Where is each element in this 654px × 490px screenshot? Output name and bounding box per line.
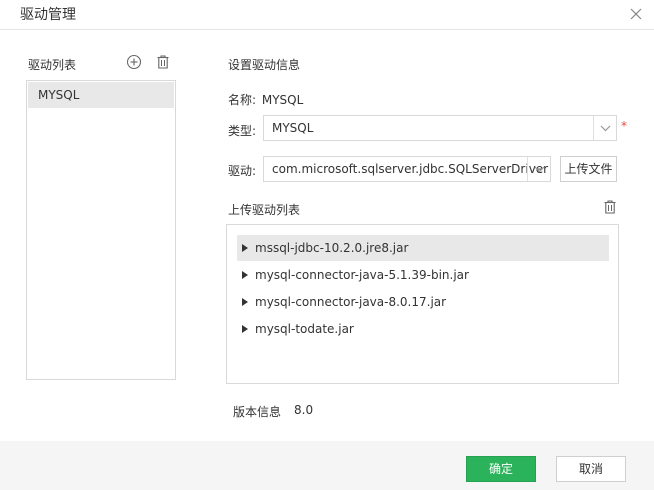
- dialog-footer: 确定 取消: [0, 441, 654, 490]
- close-icon[interactable]: [628, 6, 644, 22]
- jar-name: mysql-todate.jar: [255, 322, 354, 336]
- driver-class-value: com.microsoft.sqlserver.jdbc.SQLServerDr…: [272, 162, 549, 176]
- trash-icon[interactable]: [602, 199, 618, 215]
- chevron-down-icon[interactable]: [593, 116, 616, 140]
- dialog-header: 驱动管理: [0, 0, 654, 30]
- jar-list-item[interactable]: mssql-jdbc-10.2.0.jre8.jar: [237, 235, 609, 261]
- jar-list-item[interactable]: mysql-todate.jar: [237, 316, 609, 342]
- caret-right-icon[interactable]: [242, 298, 248, 306]
- upload-file-button[interactable]: 上传文件: [560, 156, 617, 182]
- caret-right-icon[interactable]: [242, 244, 248, 252]
- driver-info-title: 设置驱动信息: [228, 58, 301, 72]
- driver-class-select[interactable]: com.microsoft.sqlserver.jdbc.SQLServerDr…: [263, 156, 551, 182]
- jar-name: mysql-connector-java-8.0.17.jar: [255, 295, 447, 309]
- jar-name: mssql-jdbc-10.2.0.jre8.jar: [255, 241, 409, 255]
- driver-management-dialog: 驱动管理 驱动列表 MYSQL 设置驱动信息 名称: MYSQL 类型: MYS…: [0, 0, 654, 490]
- jar-name: mysql-connector-java-5.1.39-bin.jar: [255, 268, 469, 282]
- version-label: 版本信息: [233, 405, 282, 419]
- dialog-title: 驱动管理: [20, 7, 76, 23]
- driver-name-row: 名称: MYSQL: [228, 91, 303, 108]
- name-value: MYSQL: [261, 93, 304, 107]
- driver-list-title: 驱动列表: [28, 58, 77, 72]
- driver-label: 驱动:: [228, 164, 257, 178]
- jar-list-item[interactable]: mysql-connector-java-8.0.17.jar: [237, 289, 609, 315]
- plus-circle-icon[interactable]: [126, 54, 142, 70]
- jar-list-item[interactable]: mysql-connector-java-5.1.39-bin.jar: [237, 262, 609, 288]
- trash-icon[interactable]: [155, 54, 171, 70]
- driver-list: MYSQL: [26, 80, 176, 380]
- cancel-button[interactable]: 取消: [556, 456, 626, 482]
- name-label: 名称:: [228, 93, 257, 107]
- caret-right-icon[interactable]: [242, 325, 248, 333]
- driver-list-item[interactable]: MYSQL: [28, 82, 174, 108]
- type-label: 类型:: [228, 124, 257, 138]
- type-select-value: MYSQL: [272, 121, 314, 135]
- upload-list-title: 上传驱动列表: [228, 203, 301, 217]
- caret-right-icon[interactable]: [242, 271, 248, 279]
- chevron-down-icon[interactable]: [527, 157, 550, 181]
- uploaded-jar-list: mssql-jdbc-10.2.0.jre8.jar mysql-connect…: [226, 224, 619, 384]
- type-select[interactable]: MYSQL: [263, 115, 617, 141]
- version-value: 8.0: [294, 403, 314, 417]
- ok-button[interactable]: 确定: [466, 456, 536, 482]
- required-mark: *: [621, 119, 627, 133]
